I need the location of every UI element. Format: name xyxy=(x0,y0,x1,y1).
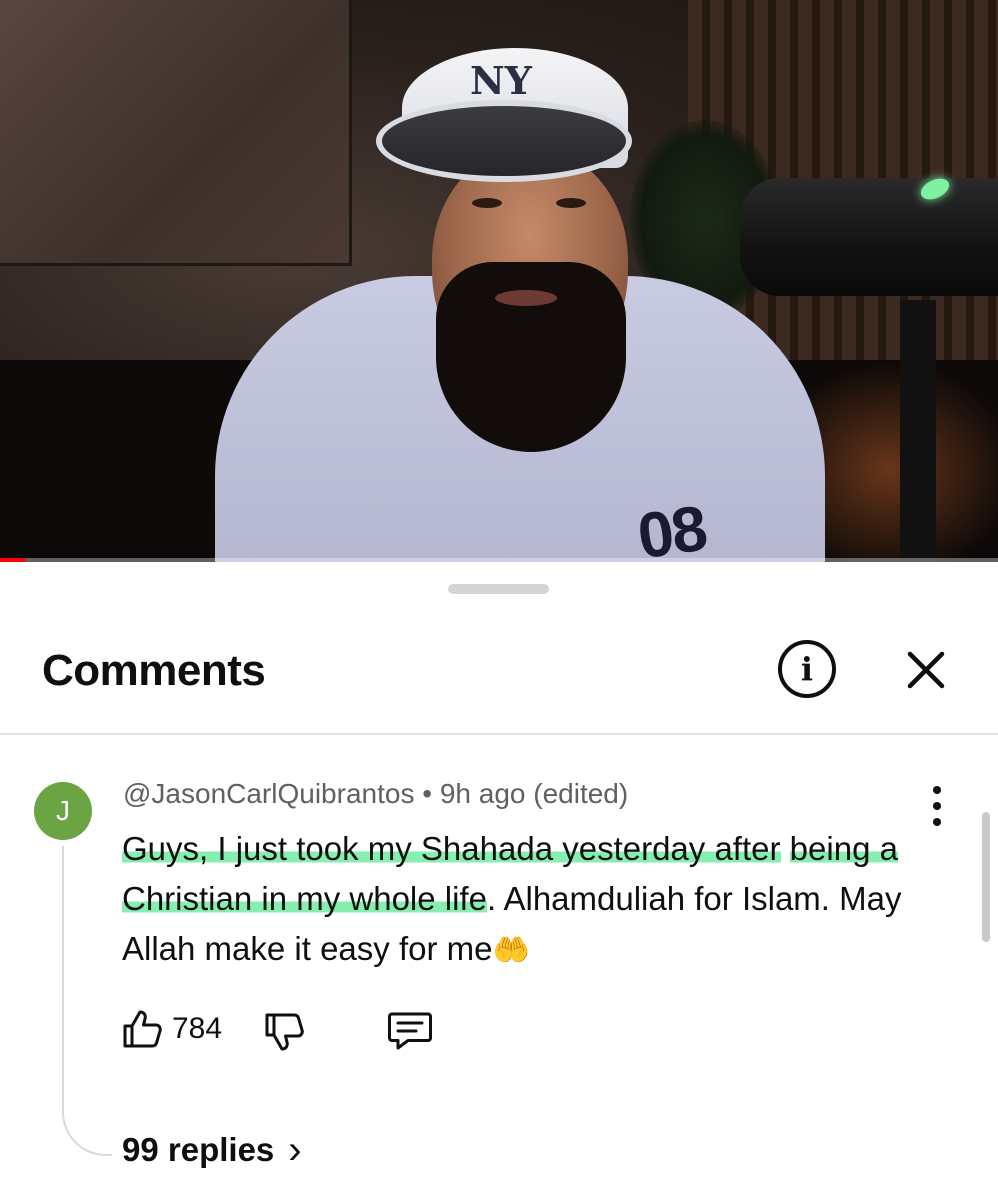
shirt-number: 08 xyxy=(633,491,710,562)
replies-label: 99 replies xyxy=(122,1131,275,1168)
comments-sheet: Comments i J @JasonCarlQuibrantos • 9h a… xyxy=(0,562,998,1200)
microphone xyxy=(740,178,998,296)
dislike-thumb-icon[interactable] xyxy=(262,1010,306,1054)
info-button[interactable]: i xyxy=(778,640,836,698)
more-vert-icon xyxy=(933,786,941,794)
cap-logo: NY xyxy=(470,58,532,103)
more-options-button[interactable] xyxy=(922,786,952,826)
comment-time: 9h ago xyxy=(439,778,526,809)
thread-line xyxy=(62,846,112,1156)
cap-brim xyxy=(376,100,632,182)
info-circle-icon: i xyxy=(800,650,814,688)
person-eye-left xyxy=(472,198,502,208)
close-icon[interactable] xyxy=(904,648,948,692)
comment-meta: @JasonCarlQuibrantos • 9h ago (edited) xyxy=(123,778,628,810)
like-thumb-icon[interactable] xyxy=(120,1007,164,1051)
video-player[interactable]: 08 NY xyxy=(0,0,998,562)
meta-separator: • xyxy=(422,778,433,809)
comments-title: Comments xyxy=(42,646,266,695)
wall-picture-frame xyxy=(0,0,352,266)
view-replies-button[interactable]: 99 replies › xyxy=(122,1130,302,1170)
comment-author[interactable]: @JasonCarlQuibrantos xyxy=(123,778,414,809)
sheet-drag-handle[interactable] xyxy=(448,584,549,594)
comment-text: Guys, I just took my Shahada yesterday a… xyxy=(122,824,902,976)
scrollbar[interactable] xyxy=(982,812,990,942)
person-mouth xyxy=(495,290,557,306)
header-divider xyxy=(0,733,998,735)
highlighted-text-1: Guys, I just took my Shahada yesterday a… xyxy=(122,830,781,867)
comment-edited: (edited) xyxy=(533,778,629,809)
praying-hands-emoji: 🤲 xyxy=(492,933,530,968)
like-count: 784 xyxy=(172,1012,223,1045)
reply-comment-icon[interactable] xyxy=(386,1008,434,1052)
chevron-right-icon: › xyxy=(288,1128,302,1172)
avatar[interactable]: J xyxy=(34,782,92,840)
microphone-arm xyxy=(900,300,936,562)
person-eye-right xyxy=(556,198,586,208)
